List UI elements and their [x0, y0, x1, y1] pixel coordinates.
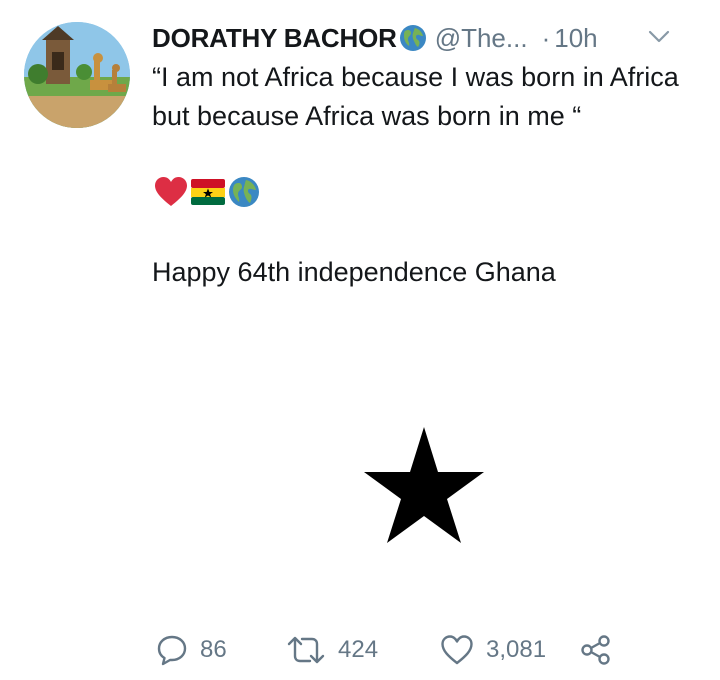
chevron-down-icon[interactable] — [645, 22, 673, 50]
reply-count: 86 — [200, 636, 227, 663]
globe-icon — [228, 176, 260, 213]
share-button[interactable] — [580, 630, 612, 670]
avatar[interactable] — [24, 22, 130, 128]
like-button[interactable]: 3,081 — [440, 630, 546, 670]
retweet-count: 424 — [338, 636, 379, 663]
tweet[interactable]: DORATHY BACHOR @The... · 10h “I am not A… — [0, 0, 720, 680]
timestamp[interactable]: 10h — [554, 23, 597, 54]
ghana-flag-icon — [190, 177, 226, 212]
avatar-image — [24, 22, 130, 128]
flag-green-stripe — [151, 545, 697, 610]
tweet-text: “I am not Africa because I was born in A… — [152, 62, 679, 131]
flag-red-stripe — [151, 302, 697, 423]
media-image[interactable] — [151, 302, 697, 610]
tweet-header: DORATHY BACHOR @The... · 10h — [152, 20, 697, 56]
heart-outline-icon — [440, 634, 474, 666]
display-name[interactable]: DORATHY BACHOR — [152, 23, 397, 54]
user-handle[interactable]: @The... — [435, 23, 528, 54]
like-count: 3,081 — [486, 636, 547, 663]
tweet-caption: Happy 64th independence Ghana — [152, 257, 556, 287]
heart-icon — [154, 176, 188, 213]
flag-star-icon — [364, 427, 484, 543]
share-icon — [580, 634, 612, 666]
retweet-icon — [286, 634, 326, 666]
retweet-button[interactable]: 424 — [286, 630, 378, 670]
globe-icon — [399, 24, 427, 52]
separator-dot: · — [541, 22, 551, 53]
reply-button[interactable]: 86 — [156, 630, 227, 670]
emoji-row — [154, 176, 260, 212]
reply-icon — [156, 634, 188, 666]
tweet-actions: 86 424 3,081 — [152, 630, 632, 670]
